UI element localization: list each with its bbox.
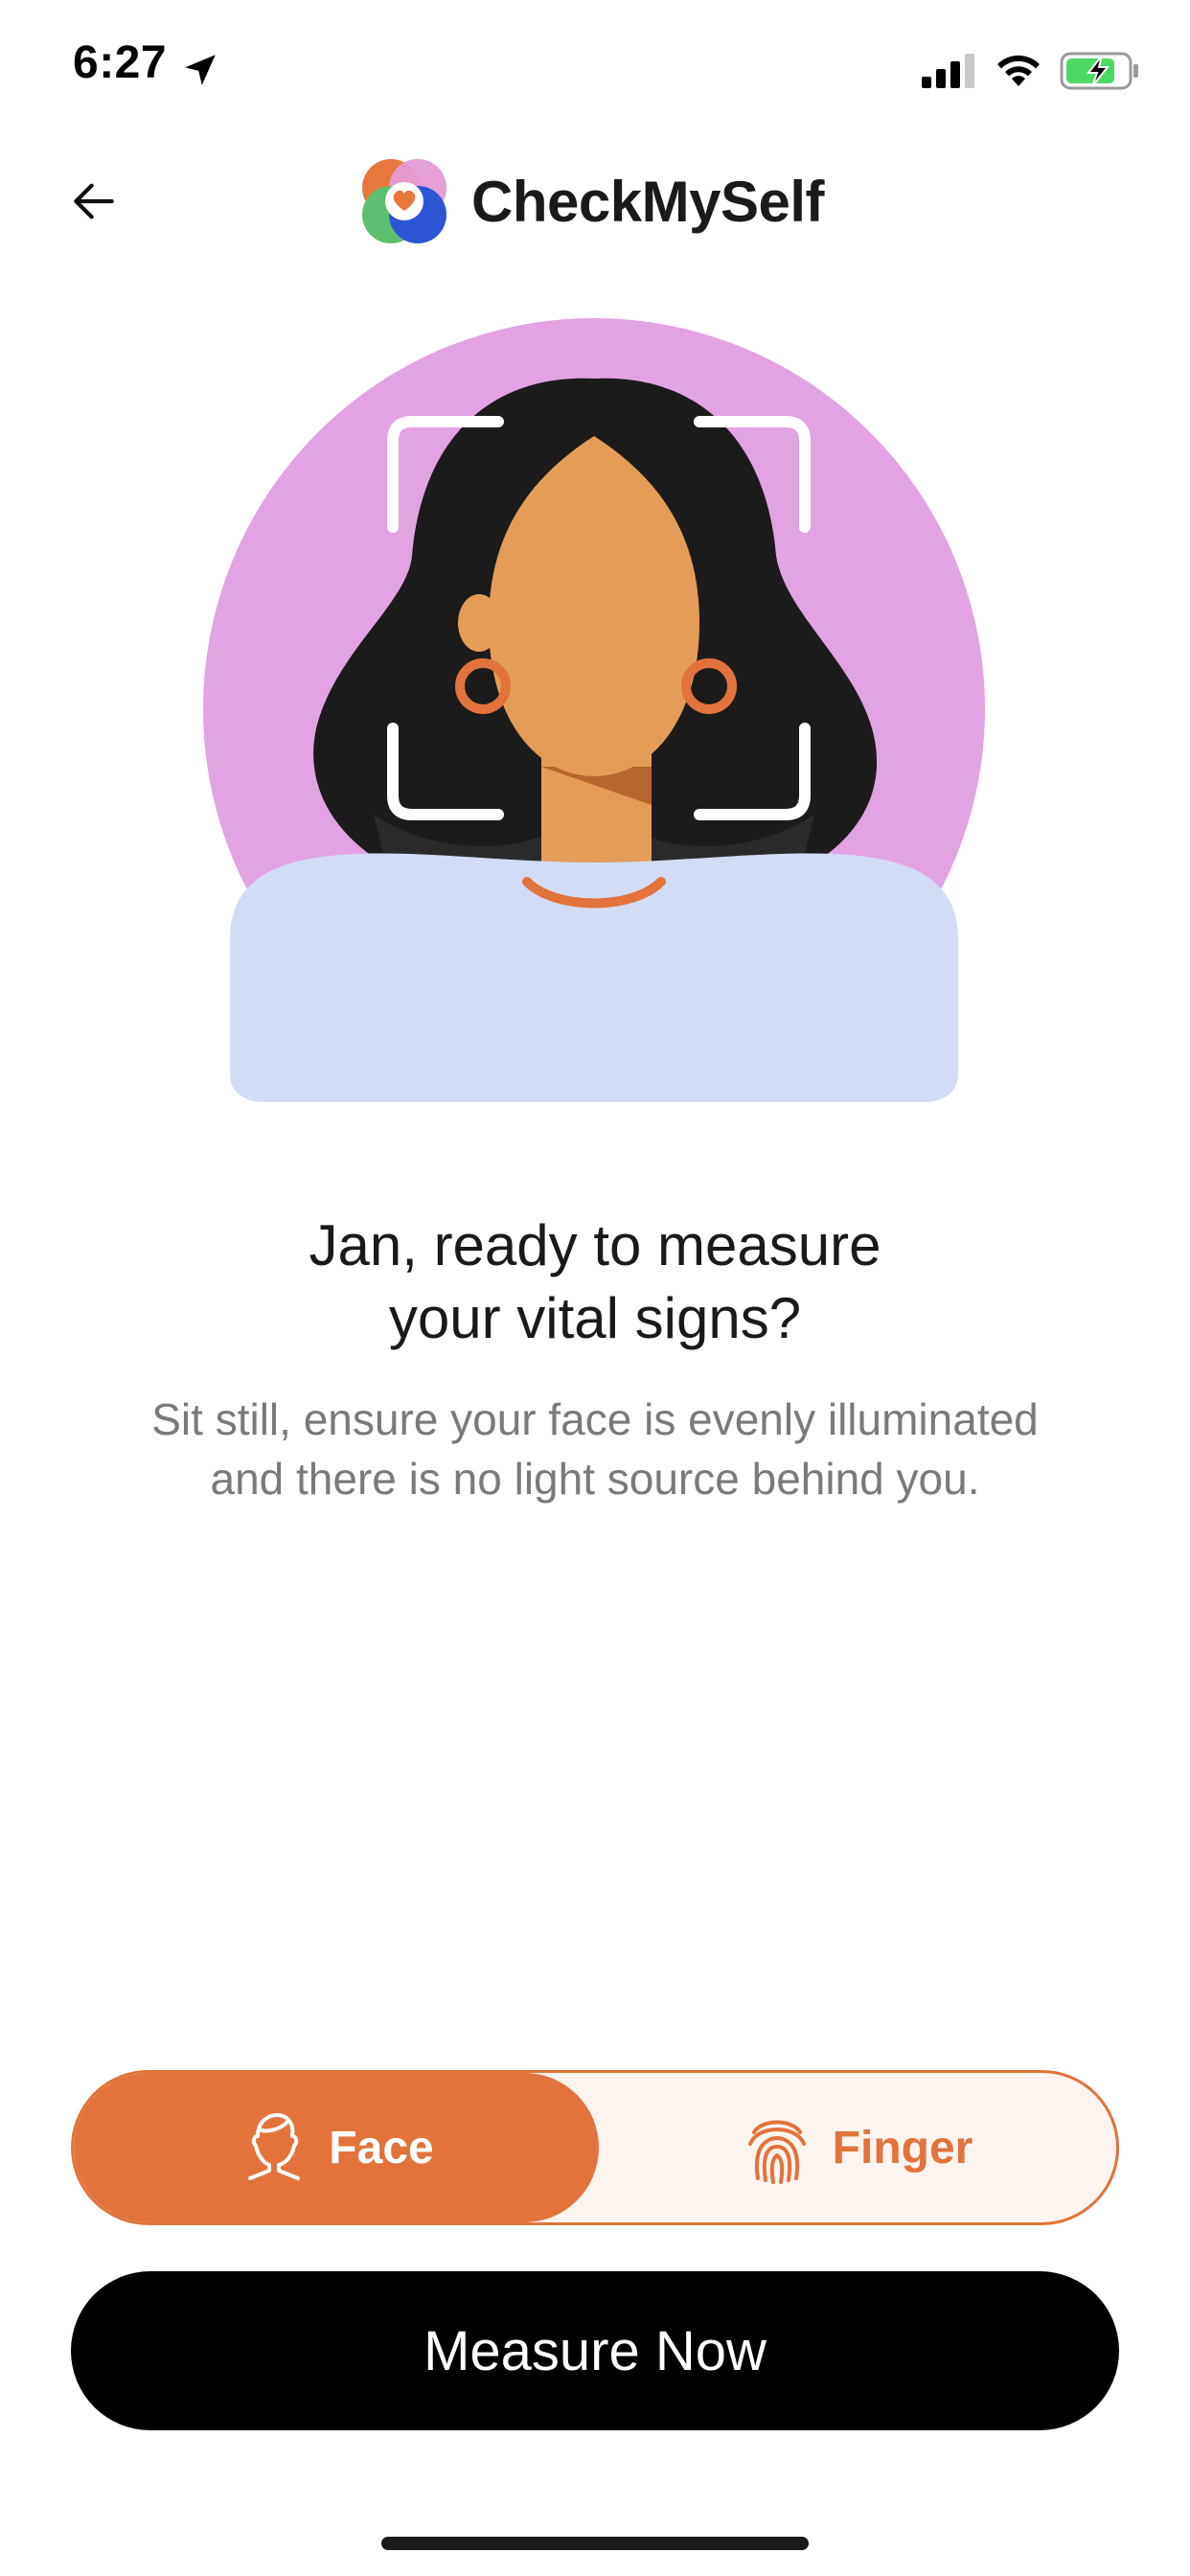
headline: Jan, ready to measure your vital signs? xyxy=(0,1209,1190,1355)
face-mode-label: Face xyxy=(329,2122,434,2174)
app-header: CheckMySelf xyxy=(0,134,1190,268)
signal-icon xyxy=(922,54,974,88)
status-icons xyxy=(922,50,1140,92)
battery-charging-icon xyxy=(1060,52,1138,90)
back-button[interactable] xyxy=(56,163,132,240)
location-arrow-icon xyxy=(185,55,216,85)
instructions-line-2: and there is no light source behind you. xyxy=(210,1454,980,1504)
wifi-icon xyxy=(997,55,1040,86)
headline-line-2: your vital signs? xyxy=(388,1286,802,1350)
face-outline-icon xyxy=(248,2113,301,2180)
measure-now-button[interactable]: Measure Now xyxy=(71,2271,1119,2430)
face-scan-illustration xyxy=(201,316,989,1102)
headline-line-1: Jan, ready to measure xyxy=(309,1213,881,1277)
face-mode-option[interactable]: Face xyxy=(74,2073,599,2222)
woman-face-scan-illustration xyxy=(203,318,985,1102)
instructions-line-1: Sit still, ensure your face is evenly il… xyxy=(151,1394,1039,1444)
arrow-left-icon xyxy=(74,183,114,219)
app-name: CheckMySelf xyxy=(471,169,824,234)
brand: CheckMySelf xyxy=(355,151,824,251)
instructions-text: Sit still, ensure your face is evenly il… xyxy=(77,1390,1113,1508)
home-indicator[interactable] xyxy=(381,2537,809,2550)
fingerprint-icon xyxy=(747,2120,806,2184)
status-bar: 6:27 xyxy=(0,0,1190,134)
app-logo-icon xyxy=(362,159,446,243)
finger-mode-option[interactable]: Finger xyxy=(599,2073,1116,2222)
finger-mode-label: Finger xyxy=(832,2122,973,2174)
status-time: 6:27 xyxy=(73,37,168,88)
measurement-mode-toggle: Face Finger xyxy=(71,2070,1119,2225)
